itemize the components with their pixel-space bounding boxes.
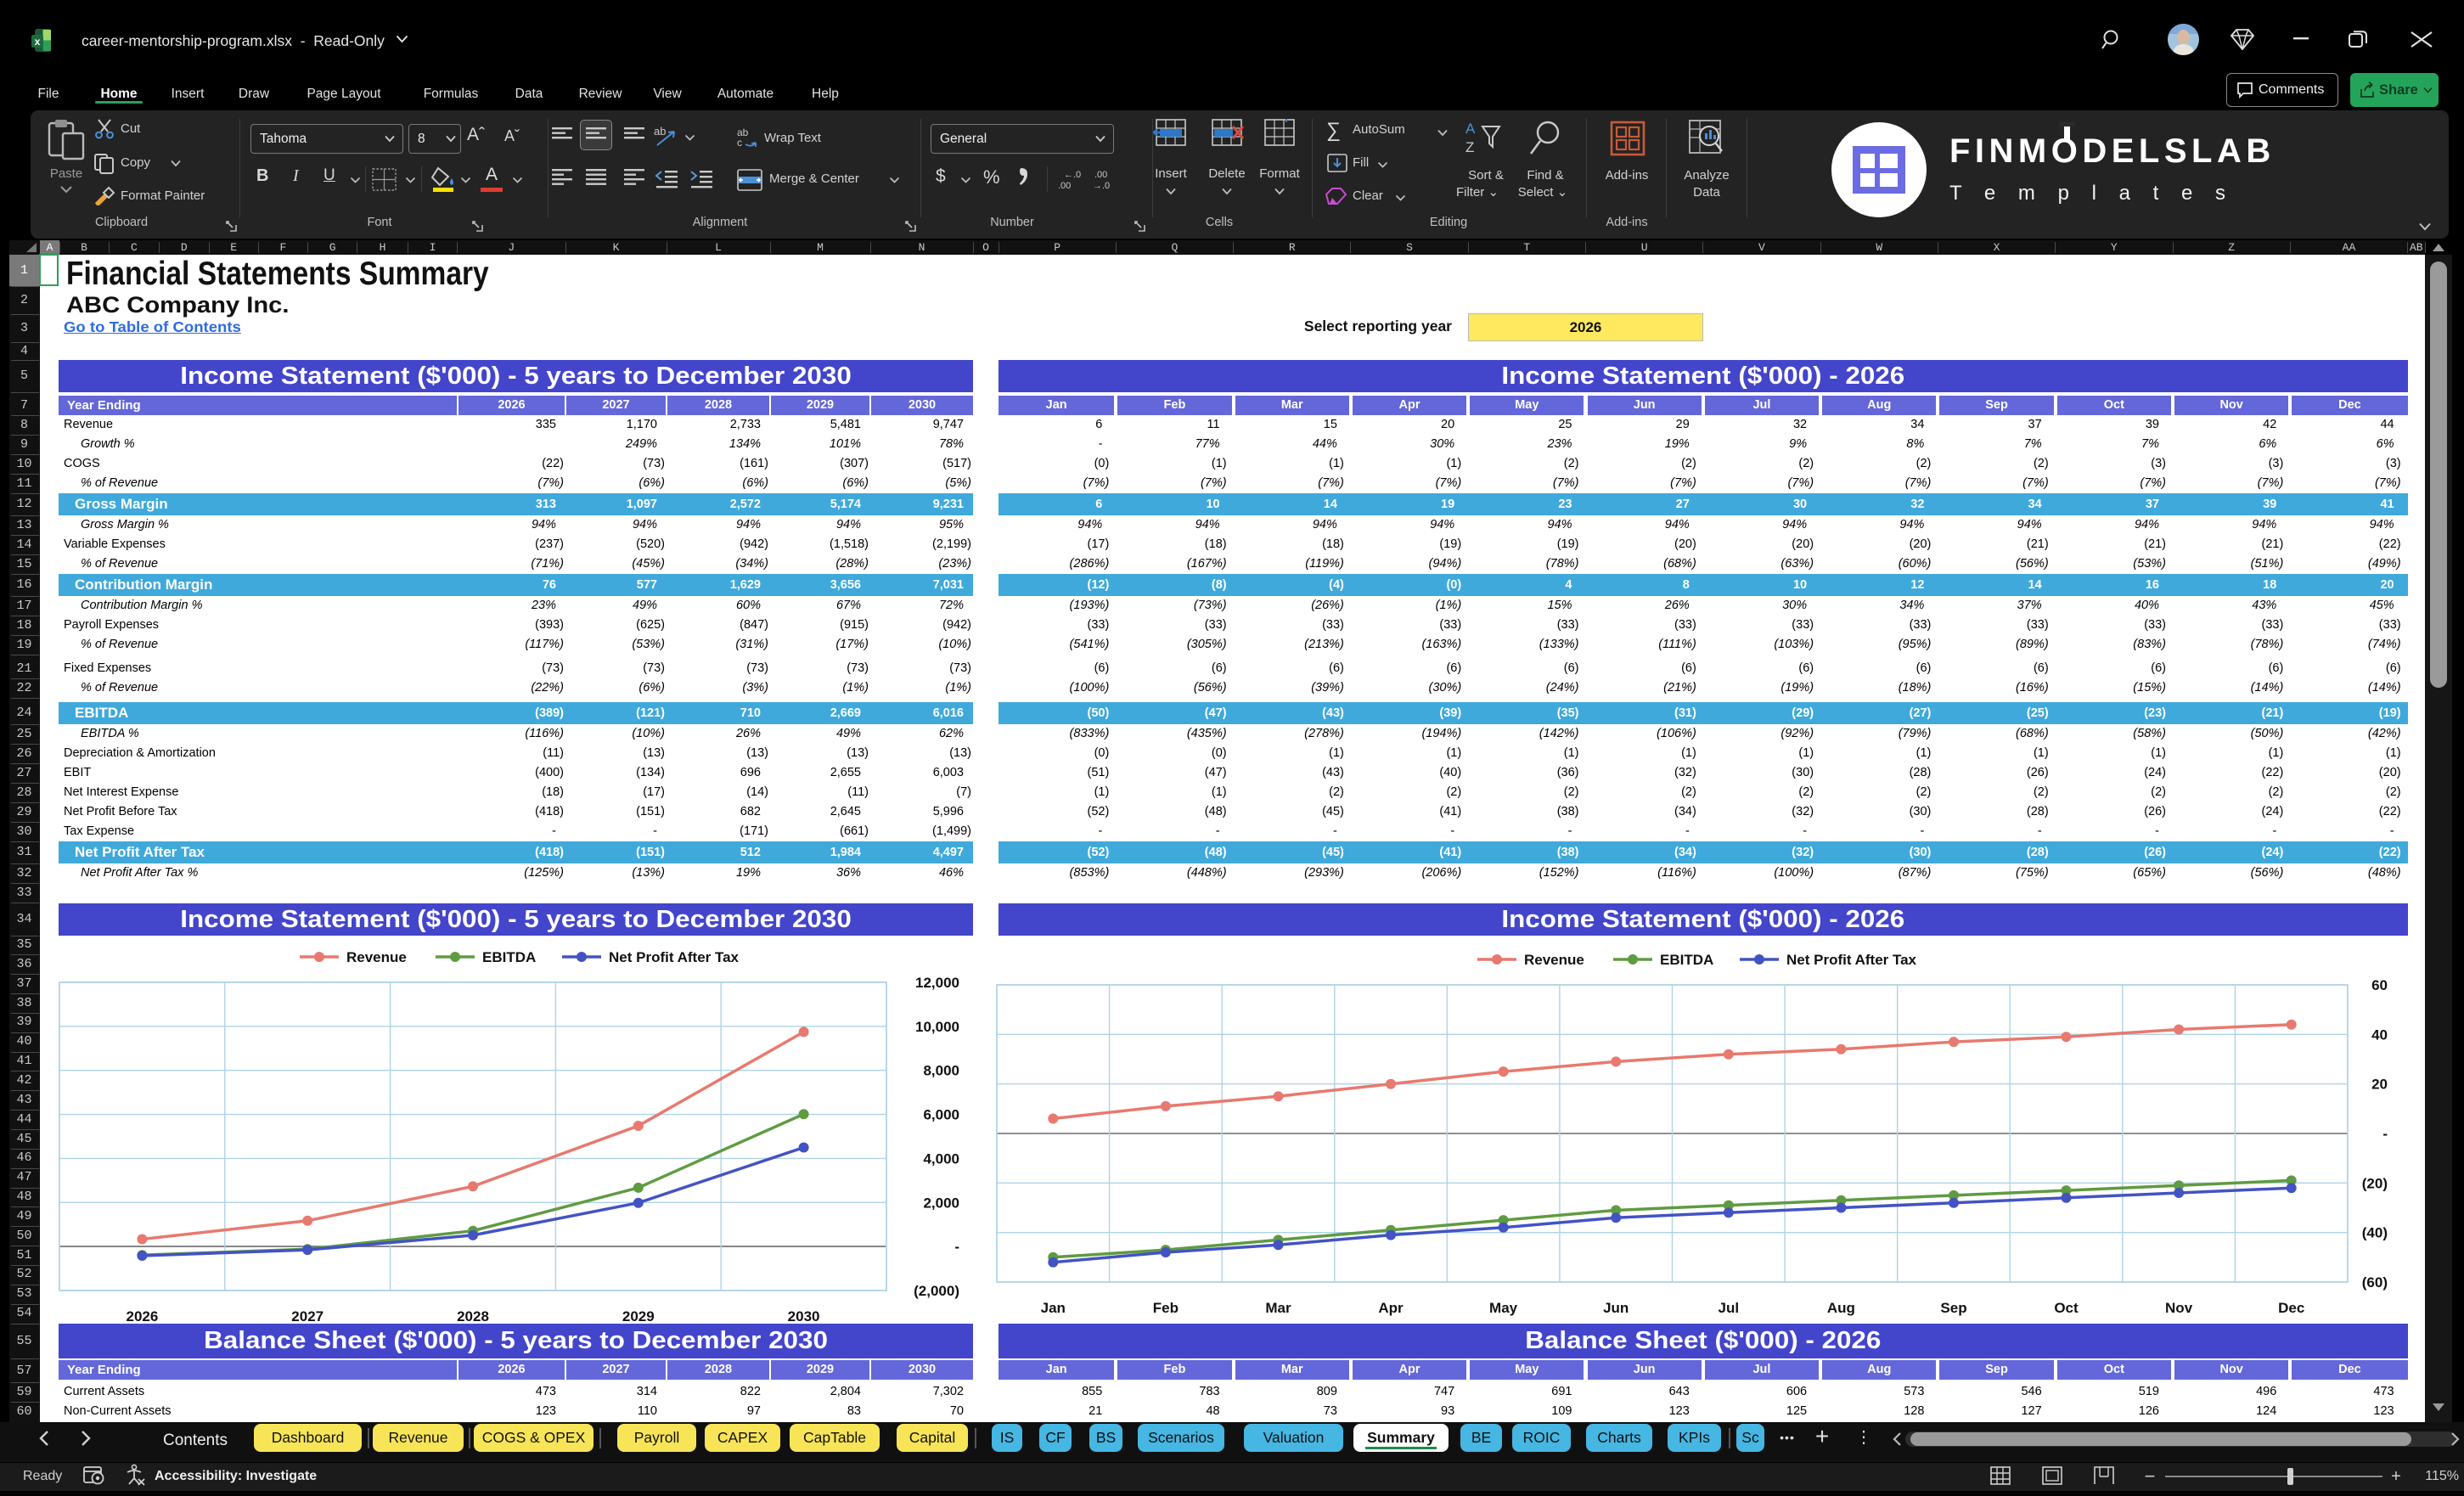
svg-text:-: - (954, 1239, 959, 1255)
svg-text:Sep: Sep (1940, 1300, 1966, 1316)
svg-text:2026: 2026 (126, 1308, 158, 1324)
svg-text:Net Profit After Tax: Net Profit After Tax (1786, 952, 1917, 968)
svg-text:10,000: 10,000 (915, 1019, 959, 1035)
svg-text:4,000: 4,000 (923, 1150, 959, 1167)
svg-text:(60): (60) (2362, 1274, 2388, 1291)
svg-text:Nov: Nov (2165, 1300, 2193, 1316)
svg-text:20: 20 (2371, 1077, 2388, 1093)
svg-text:Mar: Mar (1265, 1300, 1291, 1316)
svg-text:40: 40 (2371, 1026, 2388, 1043)
svg-text:Aug: Aug (1827, 1300, 1855, 1316)
svg-text:Dec: Dec (2278, 1300, 2304, 1316)
svg-text:(2,000): (2,000) (914, 1283, 959, 1299)
svg-text:2029: 2029 (622, 1308, 655, 1324)
svg-text:Net Profit After Tax: Net Profit After Tax (609, 949, 740, 965)
svg-text:Revenue: Revenue (346, 949, 407, 965)
svg-text:2030: 2030 (788, 1308, 820, 1324)
svg-text:8,000: 8,000 (923, 1063, 959, 1079)
svg-text:6,000: 6,000 (923, 1107, 959, 1123)
svg-text:(40): (40) (2362, 1225, 2388, 1241)
svg-text:Jul: Jul (1719, 1300, 1740, 1316)
svg-text:Jun: Jun (1603, 1300, 1629, 1316)
svg-text:EBITDA: EBITDA (482, 949, 536, 965)
svg-text:2027: 2027 (291, 1308, 323, 1324)
svg-text:2028: 2028 (457, 1308, 489, 1324)
svg-text:12,000: 12,000 (915, 975, 959, 991)
svg-text:Jan: Jan (1041, 1300, 1066, 1316)
svg-text:Oct: Oct (2054, 1300, 2079, 1316)
svg-text:EBITDA: EBITDA (1660, 952, 1713, 968)
svg-text:-: - (2382, 1126, 2388, 1142)
svg-text:Apr: Apr (1378, 1300, 1404, 1316)
svg-text:Revenue: Revenue (1524, 952, 1584, 968)
svg-text:May: May (1489, 1300, 1518, 1316)
svg-text:60: 60 (2371, 977, 2388, 993)
svg-text:(20): (20) (2362, 1175, 2388, 1191)
svg-text:Feb: Feb (1153, 1300, 1179, 1316)
svg-text:2,000: 2,000 (923, 1195, 959, 1211)
